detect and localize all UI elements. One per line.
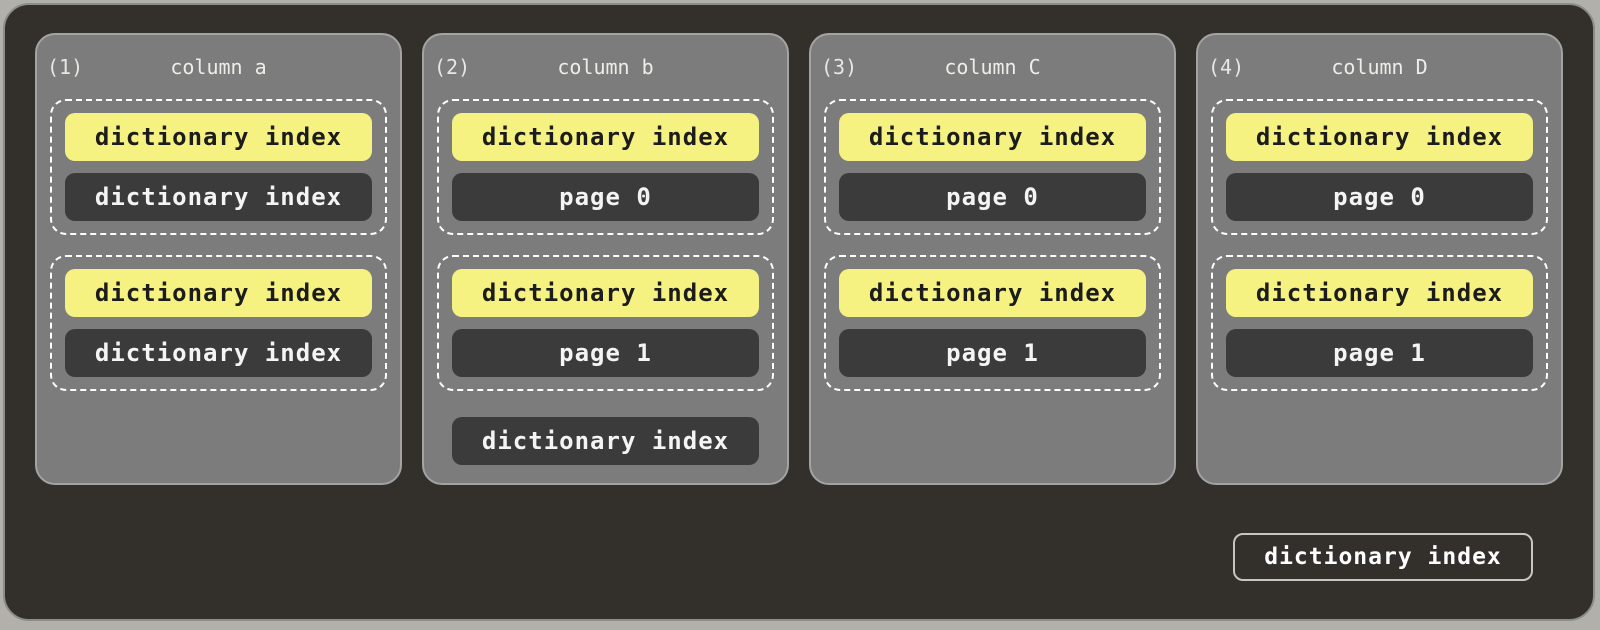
column-card-header: (1) column a [47, 51, 390, 83]
page-pill: page 1 [839, 329, 1146, 377]
dictionary-index-pill: dictionary index [1226, 113, 1533, 161]
column-card-header: (2) column b [434, 51, 777, 83]
page-group: dictionary index page 0 [1211, 99, 1548, 235]
extra-dictionary-index-pill: dictionary index [452, 417, 759, 465]
column-number: (3) [821, 55, 857, 79]
dictionary-index-pill: dictionary index [839, 269, 1146, 317]
dictionary-group: dictionary index dictionary index [50, 255, 387, 391]
dictionary-index-pill: dictionary index [452, 269, 759, 317]
column-number: (4) [1208, 55, 1244, 79]
dictionary-index-pill: dictionary index [839, 113, 1146, 161]
dictionary-index-pill-dark: dictionary index [65, 173, 372, 221]
column-title: column a [47, 55, 390, 79]
column-title: column b [434, 55, 777, 79]
column-card-header: (4) column D [1208, 51, 1551, 83]
dictionary-index-pill: dictionary index [65, 269, 372, 317]
column-title: column D [1208, 55, 1551, 79]
page-group: dictionary index page 1 [1211, 255, 1548, 391]
page-pill: page 0 [452, 173, 759, 221]
page-pill: page 0 [1226, 173, 1533, 221]
page-group: dictionary index page 0 [437, 99, 774, 235]
column-card-header: (3) column C [821, 51, 1164, 83]
dictionary-index-pill-dark: dictionary index [65, 329, 372, 377]
dictionary-index-pill: dictionary index [65, 113, 372, 161]
dictionary-index-pill: dictionary index [1226, 269, 1533, 317]
column-number: (2) [434, 55, 470, 79]
page-group: dictionary index page 1 [824, 255, 1161, 391]
column-card-2: (2) column b dictionary index page 0 dic… [422, 33, 789, 485]
floating-dictionary-index-label: dictionary index [1233, 533, 1533, 581]
column-card-3: (3) column C dictionary index page 0 dic… [809, 33, 1176, 485]
page-pill: page 1 [452, 329, 759, 377]
diagram-frame: (1) column a dictionary index dictionary… [3, 3, 1595, 621]
column-card-1: (1) column a dictionary index dictionary… [35, 33, 402, 485]
page-group: dictionary index page 0 [824, 99, 1161, 235]
page-pill: page 1 [1226, 329, 1533, 377]
dictionary-group: dictionary index dictionary index [50, 99, 387, 235]
column-title: column C [821, 55, 1164, 79]
columns-row: (1) column a dictionary index dictionary… [35, 33, 1563, 485]
page-group: dictionary index page 1 [437, 255, 774, 391]
dictionary-index-pill: dictionary index [452, 113, 759, 161]
column-card-4: (4) column D dictionary index page 0 dic… [1196, 33, 1563, 485]
page-pill: page 0 [839, 173, 1146, 221]
column-number: (1) [47, 55, 83, 79]
